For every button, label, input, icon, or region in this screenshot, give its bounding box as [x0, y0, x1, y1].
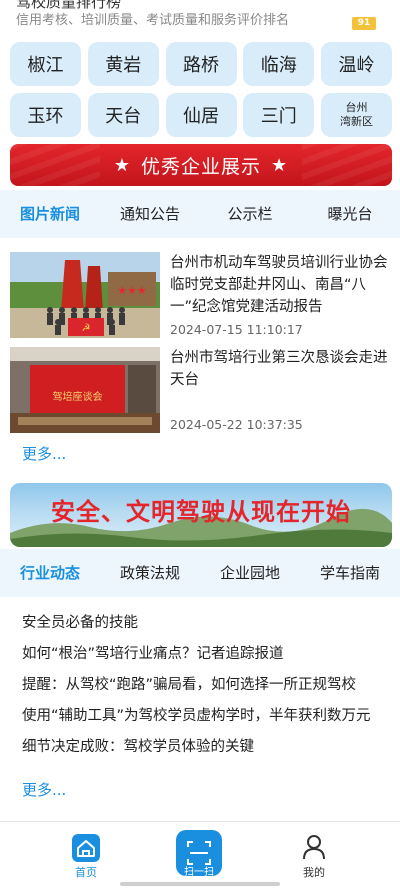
tab-enterprise[interactable]: 企业园地	[200, 549, 300, 597]
news-date: 2024-07-15 11:10:17	[170, 322, 303, 337]
svg-text:☭: ☭	[82, 323, 91, 334]
tab-exposure[interactable]: 曝光台	[300, 190, 400, 238]
user-icon	[303, 835, 325, 860]
ranking-badge: 91	[352, 17, 376, 30]
home-icon	[72, 834, 100, 862]
region-button-yuhuan[interactable]: 玉环	[10, 93, 81, 137]
region-button-huangyan[interactable]: 黄岩	[87, 42, 159, 86]
news-title: 台州市驾培行业第三次恳谈会走进天台	[170, 350, 388, 388]
tab-picture-news[interactable]: 图片新闻	[0, 190, 100, 238]
article-item[interactable]: 如何“根治”驾培行业痛点？记者追踪报道	[22, 643, 382, 674]
article-list: 安全员必备的技能 如何“根治”驾培行业痛点？记者追踪报道 提醒：从驾校“跑路”骗…	[22, 612, 382, 767]
home-indicator	[120, 882, 280, 886]
article-item[interactable]: 提醒：从驾校“跑路”骗局看，如何选择一所正规驾校	[22, 674, 382, 705]
news-tabs: 图片新闻 通知公告 公示栏 曝光台	[0, 190, 400, 238]
svg-text:★★★: ★★★	[117, 284, 147, 297]
scan-label: 扫一扫	[184, 867, 214, 878]
meeting-screen-text: 驾培座谈会	[52, 392, 103, 403]
article-item[interactable]: 细节决定成败：驾校学员体验的关键	[22, 736, 382, 767]
region-button-taizhou-bay[interactable]: 台州 湾新区	[321, 93, 392, 137]
article-item[interactable]: 使用“辅助工具”为驾校学员虚构学时，半年获利数万元	[22, 705, 382, 736]
ranking-header[interactable]: 驾校质量排行榜 信用考核、培训质量、考试质量和服务评价排名 91	[0, 0, 400, 36]
more-articles-link[interactable]: 更多...	[22, 779, 66, 800]
tab-notices[interactable]: 通知公告	[100, 190, 200, 238]
banner-decoration-left	[10, 144, 100, 186]
region-button-tiantai[interactable]: 天台	[87, 93, 159, 137]
region-button-sanmen[interactable]: 三门	[243, 93, 315, 137]
ranking-subtitle: 信用考核、培训质量、考试质量和服务评价排名	[16, 13, 290, 28]
region-button-jiaojiang[interactable]: 椒江	[10, 42, 81, 86]
nav-mine-label: 我的	[303, 866, 325, 879]
tab-bulletin[interactable]: 公示栏	[200, 190, 300, 238]
region-grid: 椒江 黄岩 路桥 临海 温岭 玉环 天台 仙居 三门 台州 湾新区	[10, 42, 392, 137]
safety-slogan-banner[interactable]: 安全、文明驾驶从现在开始	[10, 483, 392, 547]
article-item[interactable]: 安全员必备的技能	[22, 612, 382, 643]
banner-decoration-right	[302, 144, 392, 186]
bottom-nav: 首页 扫一扫 我的	[0, 821, 400, 889]
banner-label: 优秀企业展示	[140, 155, 261, 178]
news-thumbnail: ★★★ ☭	[10, 252, 160, 338]
news-date: 2024-05-22 10:37:35	[170, 417, 303, 432]
more-news-link[interactable]: 更多...	[22, 443, 66, 464]
news-item[interactable]: ★★★ ☭ 台州市机动车驾驶员培训行业协会临时党支部赴井冈山、南昌“八一”纪念馆…	[10, 252, 392, 342]
region-button-xianju[interactable]: 仙居	[165, 93, 237, 137]
region-button-wenling[interactable]: 温岭	[321, 42, 392, 86]
star-icon: ★	[113, 154, 131, 176]
tab-industry-news[interactable]: 行业动态	[0, 549, 100, 597]
region-button-luqiao[interactable]: 路桥	[165, 42, 237, 86]
excellent-enterprise-banner[interactable]: ★ 优秀企业展示 ★	[10, 144, 392, 186]
industry-tabs: 行业动态 政策法规 企业园地 学车指南	[0, 549, 400, 597]
slogan-text: 安全、文明驾驶从现在开始	[51, 498, 351, 526]
tab-policies[interactable]: 政策法规	[100, 549, 200, 597]
news-title: 台州市机动车驾驶员培训行业协会临时党支部赴井冈山、南昌“八一”纪念馆党建活动报告	[170, 255, 388, 315]
news-item[interactable]: 驾培座谈会 台州市驾培行业第三次恳谈会走进天台 2024-05-22 10:37…	[10, 347, 392, 437]
star-icon: ★	[271, 154, 289, 176]
news-thumbnail: 驾培座谈会	[10, 347, 160, 433]
nav-home-label: 首页	[75, 866, 97, 879]
region-button-linhai[interactable]: 临海	[243, 42, 315, 86]
tab-learning-guide[interactable]: 学车指南	[300, 549, 400, 597]
